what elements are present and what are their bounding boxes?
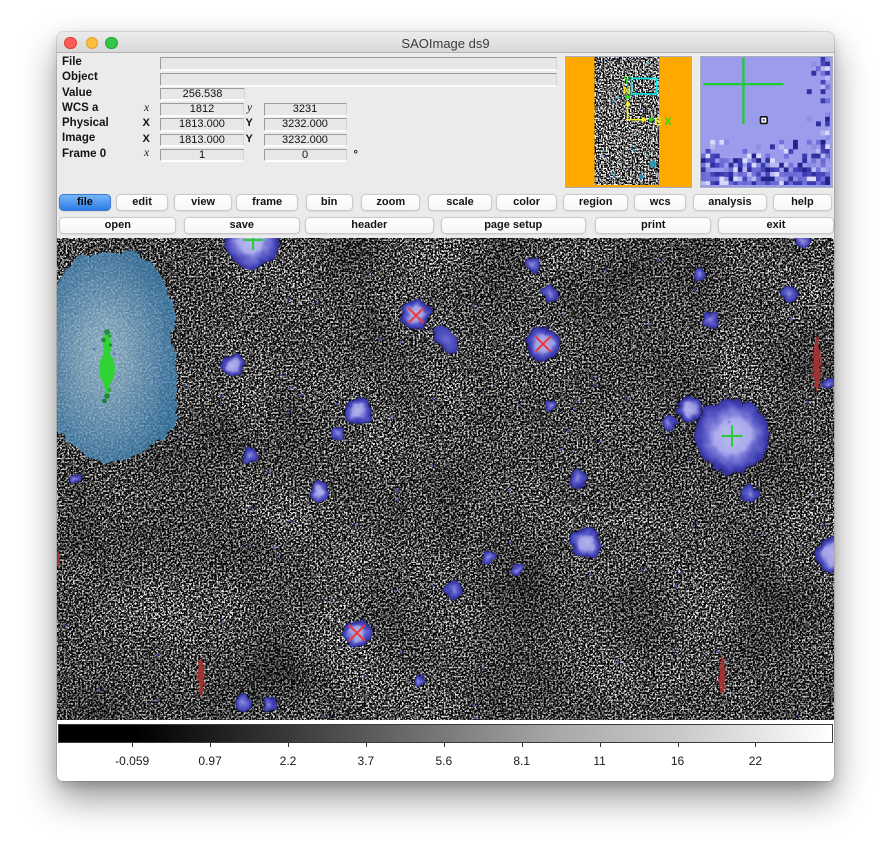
svg-text:E: E: [655, 116, 662, 128]
svg-text:X: X: [664, 116, 672, 128]
svg-text:N: N: [623, 85, 631, 97]
